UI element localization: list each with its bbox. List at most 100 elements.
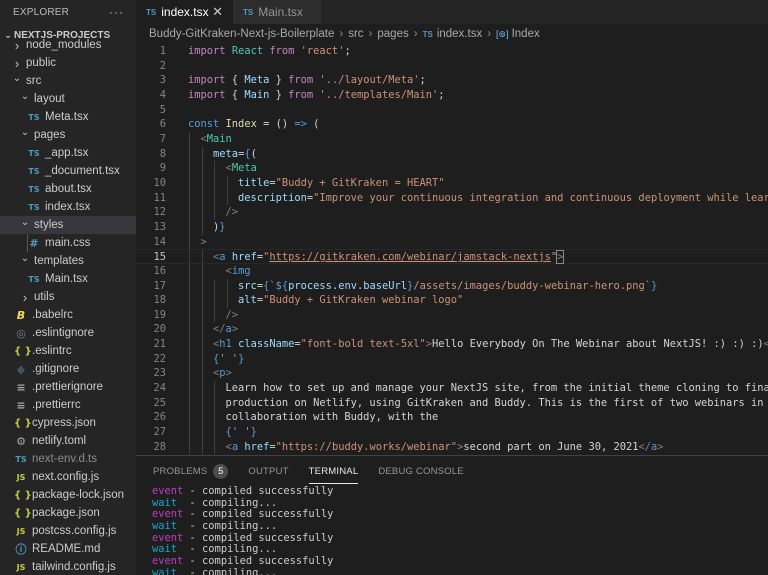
- line-number: 20: [153, 323, 166, 336]
- tree-folder-node-modules[interactable]: › node_modules: [0, 36, 136, 54]
- tree-file[interactable]: ≡ .prettierrc: [0, 396, 136, 414]
- tree-file[interactable]: ◆ .gitignore: [0, 360, 136, 378]
- file-tree: › node_modules › public ⌄ src ⌄ layout TS Meta.ts…: [0, 36, 136, 575]
- tree-folder-templates[interactable]: ⌄ templates: [0, 252, 136, 270]
- panel-tab-problems[interactable]: PROBLEMS 5: [153, 456, 229, 486]
- tab-index-tsx[interactable]: TS index.tsx ✕: [136, 0, 233, 24]
- chevron-down-icon: ⌄: [20, 252, 30, 264]
- breadcrumb-file[interactable]: index.tsx: [437, 28, 482, 40]
- code-line[interactable]: 20 </a>: [136, 322, 768, 338]
- code-token: img: [231, 264, 251, 277]
- code-line[interactable]: 22 {' '}: [136, 351, 768, 367]
- more-actions-icon[interactable]: ···: [109, 5, 124, 19]
- breadcrumb-item[interactable]: src: [348, 28, 363, 40]
- code-line[interactable]: 21 <h1 className="font-bold text-5xl">He…: [136, 337, 768, 352]
- code-line[interactable]: 12 />: [136, 205, 768, 220]
- tree-item-label: tailwind.config.js: [32, 561, 116, 573]
- panel-tab-debug-console[interactable]: DEBUG CONSOLE: [378, 456, 463, 486]
- tree-folder-styles[interactable]: ⌄ styles: [0, 216, 136, 234]
- code-token: >: [225, 367, 232, 380]
- code-editor[interactable]: 1 import React from 'react'; 2 3 import { Me…: [136, 44, 768, 454]
- terminal-level: event: [152, 485, 184, 497]
- code-line[interactable]: 9 <Meta: [136, 161, 768, 176]
- code-line[interactable]: 13 )}: [136, 219, 768, 235]
- code-line[interactable]: 4 import { Main } from '../templates/Main…: [136, 88, 768, 103]
- chevron-down-icon: ⌄: [12, 72, 22, 84]
- tree-folder-utils[interactable]: › utils: [0, 288, 136, 306]
- tree-item-label: README.md: [32, 543, 101, 555]
- tree-folder-layout[interactable]: ⌄ layout: [0, 90, 136, 108]
- code-line[interactable]: 18 alt="Buddy + GitKraken webinar logo": [136, 293, 768, 308]
- code-line[interactable]: 1 import React from 'react';: [136, 44, 768, 59]
- tree-file[interactable]: JS tailwind.config.js: [0, 558, 136, 575]
- code-line[interactable]: 24 Learn how to set up and manage your N…: [136, 381, 768, 396]
- code-token: =>: [294, 118, 307, 131]
- code-line[interactable]: 6 const Index = () => (: [136, 117, 768, 132]
- breadcrumb-item[interactable]: pages: [377, 28, 408, 40]
- code-line[interactable]: 14 >: [136, 234, 768, 250]
- tree-file[interactable]: { } package-lock.json: [0, 486, 136, 504]
- chevron-right-icon: ›: [22, 289, 28, 305]
- terminal-output[interactable]: event - compiled successfully wait - comp…: [136, 485, 768, 575]
- tree-file[interactable]: { } package.json: [0, 504, 136, 522]
- tree-file[interactable]: TS about.tsx: [0, 180, 136, 198]
- code-token: }: [651, 279, 658, 292]
- code-content: )}: [188, 220, 226, 235]
- code-line[interactable]: 11 description="Improve your continuous …: [136, 190, 768, 206]
- panel-tab-output[interactable]: OUTPUT: [248, 456, 288, 486]
- tree-file[interactable]: JS postcss.config.js: [0, 522, 136, 540]
- tree-file[interactable]: ◎ .eslintignore: [0, 324, 136, 342]
- tab-label: Main.tsx: [258, 5, 303, 19]
- code-line[interactable]: 7 <Main: [136, 131, 768, 147]
- code-line[interactable]: 3 import { Meta } from '../layout/Meta';: [136, 73, 768, 88]
- breadcrumb-item[interactable]: Buddy-GitKraken-Next-js-Boilerplate: [149, 28, 334, 40]
- tree-file[interactable]: ⓘ README.md: [0, 540, 136, 558]
- terminal-message: - compiling...: [177, 496, 278, 509]
- tree-folder-src[interactable]: ⌄ src: [0, 72, 136, 90]
- tree-file[interactable]: JS next.config.js: [0, 468, 136, 486]
- tree-file[interactable]: TS Meta.tsx: [0, 108, 136, 126]
- tree-file[interactable]: ≡ .prettierignore: [0, 378, 136, 396]
- chevron-right-icon: ›: [487, 28, 492, 40]
- code-content: </a>: [188, 322, 238, 337]
- code-line[interactable]: 8 meta={(: [136, 146, 768, 162]
- tree-file[interactable]: { } cypress.json: [0, 414, 136, 432]
- tab-main-tsx[interactable]: TS Main.tsx: [233, 0, 321, 24]
- tree-file[interactable]: TS index.tsx: [0, 198, 136, 216]
- tree-file[interactable]: TS _document.tsx: [0, 162, 136, 180]
- code-line[interactable]: 2: [136, 59, 768, 74]
- code-line[interactable]: 19 />: [136, 307, 768, 323]
- code-line[interactable]: 15 <a href="https://gitkraken.com/webina…: [136, 249, 768, 265]
- code-line[interactable]: 5: [136, 103, 768, 118]
- code-line[interactable]: 26 collaboration with Buddy, with the: [136, 410, 768, 426]
- tree-file[interactable]: TS Main.tsx: [0, 270, 136, 288]
- tree-file[interactable]: TS next-env.d.ts: [0, 450, 136, 468]
- code-line[interactable]: 28 <a href="https://buddy.works/webinar"…: [136, 439, 768, 454]
- tree-folder-public[interactable]: › public: [0, 54, 136, 72]
- tree-item-label: src: [26, 75, 42, 87]
- tree-item-label: Main.tsx: [45, 273, 88, 285]
- panel-tab-terminal[interactable]: TERMINAL: [308, 456, 359, 486]
- code-line[interactable]: 17 src={`${process.env.baseUrl}/assets/i…: [136, 278, 768, 294]
- code-content: src={`${process.env.baseUrl}/assets/imag…: [188, 279, 657, 294]
- tree-file[interactable]: { } .eslintrc: [0, 342, 136, 360]
- code-line[interactable]: 23 <p>: [136, 366, 768, 382]
- tree-item-label: templates: [34, 255, 84, 267]
- tree-file[interactable]: ⚙ netlify.toml: [0, 432, 136, 450]
- terminal-message: - compiling...: [177, 520, 278, 533]
- tree-file[interactable]: B .babelrc: [0, 306, 136, 324]
- symbol-variable-icon: [⊚]: [496, 28, 509, 39]
- tree-folder-pages[interactable]: ⌄ pages: [0, 126, 136, 144]
- tree-file[interactable]: TS _app.tsx: [0, 144, 136, 162]
- close-icon[interactable]: ✕: [212, 4, 223, 20]
- tree-file[interactable]: # main.css: [0, 234, 136, 252]
- chevron-down-icon: ⌄: [20, 216, 30, 228]
- code-token: from: [288, 74, 314, 87]
- code-line[interactable]: 25 production on Netlify, using GitKrake…: [136, 395, 768, 411]
- code-line[interactable]: 16 <img: [136, 263, 768, 279]
- editor-tab-bar: TS index.tsx ✕ TS Main.tsx: [136, 0, 768, 24]
- code-line[interactable]: 27 {' '}: [136, 425, 768, 440]
- breadcrumb-symbol[interactable]: Index: [512, 28, 540, 40]
- code-line[interactable]: 10 title="Buddy + GitKraken = HEART": [136, 175, 768, 191]
